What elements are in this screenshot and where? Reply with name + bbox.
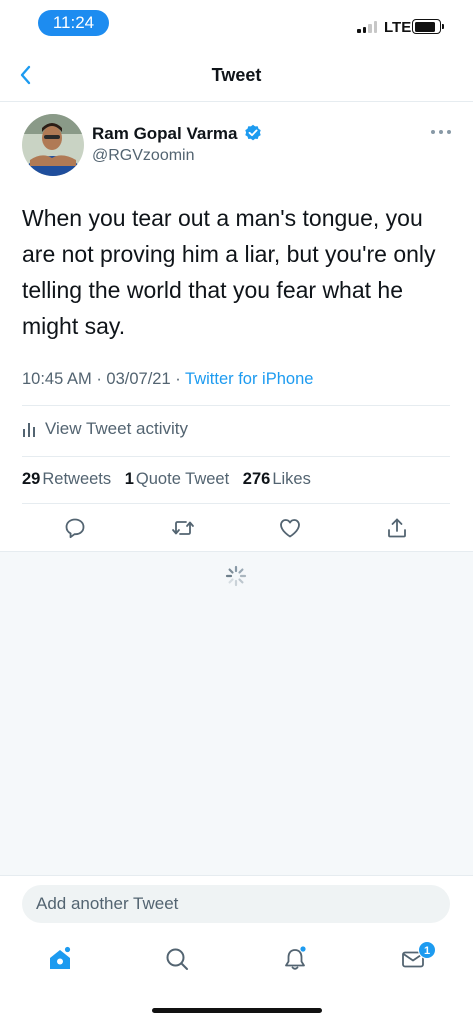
share-button[interactable] — [385, 516, 409, 540]
battery-icon — [412, 19, 444, 34]
reply-button[interactable] — [63, 516, 87, 540]
author-handle[interactable]: @RGVzoomin — [92, 147, 195, 165]
notifications-icon — [285, 946, 306, 970]
search-icon — [166, 948, 188, 970]
likes-link[interactable]: Likes — [272, 470, 311, 488]
tweet-text: When you tear out a man's tongue, you ar… — [22, 205, 436, 339]
tweet-date: 03/07/21 — [106, 370, 171, 388]
view-activity-button[interactable]: View Tweet activity — [22, 418, 188, 440]
meta-separator: · — [96, 370, 102, 388]
status-bar: 11:24 LTE — [0, 0, 473, 48]
quote-count: 1 — [124, 470, 134, 488]
verified-badge-icon — [244, 124, 262, 142]
divider — [22, 456, 450, 457]
replies-area — [0, 551, 473, 875]
retweets-link[interactable]: Retweets — [42, 470, 111, 488]
tab-notifications[interactable] — [282, 946, 308, 972]
tweet-stats: 29 Retweets 1 Quote Tweet 276 Likes — [22, 470, 320, 489]
meta-separator: · — [175, 370, 181, 388]
like-button[interactable] — [278, 516, 302, 540]
activity-chart-icon — [22, 421, 36, 437]
tweet-actions — [0, 506, 473, 550]
share-icon — [388, 518, 406, 538]
add-tweet-input[interactable]: Add another Tweet — [22, 885, 450, 923]
quote-tweets-link[interactable]: Quote Tweet — [136, 470, 229, 488]
view-activity-label: View Tweet activity — [45, 419, 188, 438]
tweet-meta: 10:45 AM · 03/07/21 · Twitter for iPhone — [22, 370, 313, 389]
like-icon — [280, 519, 300, 538]
tweet-time: 10:45 AM — [22, 370, 92, 388]
loading-spinner-icon — [225, 565, 247, 587]
signal-icon — [357, 21, 379, 33]
page-title: Tweet — [211, 65, 262, 85]
tab-search[interactable] — [164, 946, 190, 972]
home-icon — [50, 946, 71, 969]
retweets-count: 29 — [22, 470, 41, 488]
messages-badge: 1 — [418, 941, 436, 959]
home-indicator[interactable] — [152, 1008, 322, 1013]
retweet-icon — [172, 521, 194, 535]
author-name[interactable]: Ram Gopal Varma — [92, 124, 238, 144]
reply-icon — [65, 518, 85, 539]
avatar[interactable] — [22, 114, 84, 176]
more-options-button[interactable] — [430, 124, 452, 140]
tab-home[interactable] — [47, 946, 73, 972]
network-type: LTE — [384, 19, 412, 36]
divider — [22, 405, 450, 406]
bottom-bar: Add another Tweet — [0, 875, 473, 1024]
status-time: 11:24 — [38, 10, 109, 36]
likes-count: 276 — [242, 470, 271, 488]
retweet-button[interactable] — [171, 516, 195, 540]
divider — [22, 503, 450, 504]
tweet-source-link[interactable]: Twitter for iPhone — [185, 370, 313, 388]
nav-bar: Tweet — [0, 48, 473, 102]
